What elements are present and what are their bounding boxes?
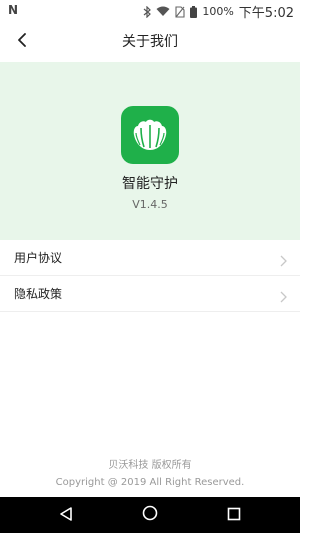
chevron-left-icon: [17, 32, 27, 51]
status-bar: N 100% 下午5:02: [0, 0, 300, 21]
app-header: 关于我们: [0, 20, 300, 62]
nav-home-button[interactable]: [141, 505, 159, 525]
nav-recents-button[interactable]: [225, 506, 243, 524]
app-info-panel: 智能守护 V1.4.5: [0, 62, 300, 240]
nav-back-button[interactable]: [57, 506, 75, 524]
list-item-label: 用户协议: [14, 251, 63, 265]
notification-icon: N: [8, 3, 19, 17]
triangle-back-icon: [59, 506, 73, 525]
square-recents-icon: [227, 506, 241, 525]
app-name: 智能守护: [122, 176, 178, 192]
system-nav-bar: [0, 497, 300, 533]
user-agreement-item[interactable]: 用户协议: [0, 240, 300, 276]
status-icons: 100% 下午5:02: [143, 2, 294, 21]
bluetooth-icon: [143, 5, 152, 18]
no-sim-icon: [175, 5, 185, 18]
circle-home-icon: [142, 505, 158, 525]
list-item-label: 隐私政策: [14, 287, 63, 301]
battery-percent: 100%: [202, 5, 234, 18]
company-text: 贝沃科技 版权所有: [108, 460, 192, 471]
wifi-icon: [156, 6, 170, 17]
clock: 下午5:02: [238, 6, 294, 21]
page-title: 关于我们: [122, 34, 178, 50]
about-menu-list: 用户协议 隐私政策: [0, 240, 300, 312]
copyright-text: Copyright @ 2019 All Right Reserved.: [55, 477, 245, 488]
chevron-right-icon: [278, 252, 288, 267]
app-version: V1.4.5: [132, 198, 168, 211]
chevron-right-icon: [278, 288, 288, 303]
back-button[interactable]: [12, 31, 32, 51]
privacy-policy-item[interactable]: 隐私政策: [0, 276, 300, 312]
app-logo-icon: [121, 106, 179, 164]
about-us-screen: N 100% 下午5:02 关于我们 智能守护 V1.4.5 用户协议 隐私政策…: [0, 0, 300, 533]
battery-icon: [190, 5, 198, 18]
